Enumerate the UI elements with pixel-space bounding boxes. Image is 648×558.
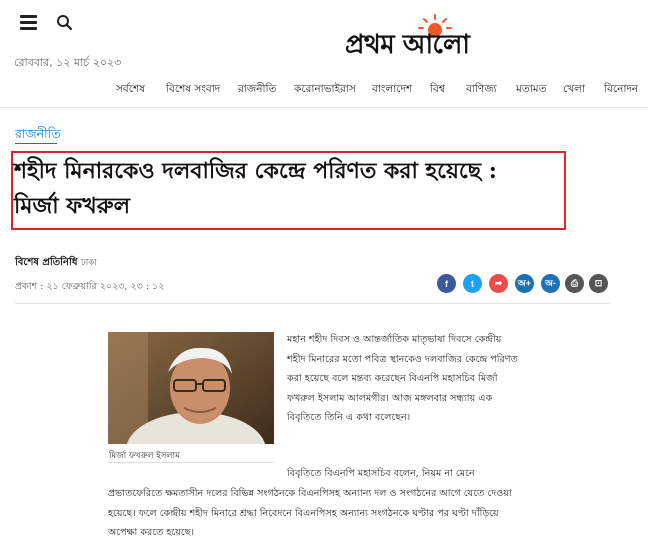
article-photo[interactable] [108,332,274,444]
logo-wordmark: প্রথম আলো [345,30,470,60]
nav-item-world[interactable]: বিশ্ব [430,82,445,99]
font-increase-icon[interactable]: অ+ [515,274,534,293]
nav-item-special-news[interactable]: বিশেষ সংবাদ [166,82,220,99]
article-byline: বিশেষ প্রতিনিধি ঢাকা [15,255,97,272]
facebook-icon[interactable]: f [437,274,456,293]
caption-divider [108,462,274,463]
author-name[interactable]: বিশেষ প্রতিনিধি [15,257,77,268]
menu-icon[interactable] [20,15,37,30]
nav-item-business[interactable]: বাণিজ্য [466,82,497,99]
published-time: প্রকাশ : ২১ ফেব্রুয়ারি ২০২৩, ২৩ : ১২ [15,281,165,292]
article-paragraph-2-lead: বিবৃতিতে বিএনপি মহাসচিব বলেন, নিয়ম না ম… [287,468,475,479]
font-decrease-icon[interactable]: অ- [541,274,560,293]
headline-line-2: মির্জা ফখরুল [14,193,131,219]
twitter-icon[interactable]: t [463,274,482,293]
current-date: রোববার, ১২ মার্চ ২০২৩ [14,56,122,69]
search-icon[interactable] [56,14,74,32]
photo-caption: মির্জা ফখরুল ইসলাম [109,451,180,461]
article-paragraph-2: প্রভাতফেরিতে ক্ষমতাসীন দলের বিভিন্ন সংগঠ… [108,488,512,538]
nav-item-coronavirus[interactable]: করোনাভাইরাস [294,82,356,99]
nav-item-sports[interactable]: খেলা [563,82,585,99]
share-icon[interactable]: ➦ [489,274,508,293]
article-headline: শহীদ মিনারকেও দলবাজির কেন্দ্রে পরিণত করা… [14,154,562,224]
headline-line-1: শহীদ মিনারকেও দলবাজির কেন্দ্রে পরিণত করা… [14,158,497,184]
article-paragraph-1: মহান শহীদ দিবস ও আন্তর্জাতিক মাতৃভাষা দি… [287,334,518,423]
section-underline [15,143,57,144]
nav-item-entertainment[interactable]: বিনোদন [604,82,638,99]
site-logo[interactable]: প্রথম আলো [345,14,525,60]
nav-item-latest[interactable]: সর্বশেষ [116,82,145,99]
nav-item-politics[interactable]: রাজনীতি [238,82,276,99]
divider [15,303,610,304]
byline-location: ঢাকা [80,258,97,268]
site-header: রোববার, ১২ মার্চ ২০২৩ প্রথম আলো সর্বশেষ … [0,0,648,108]
print-icon[interactable]: ⎙ [565,274,584,293]
bookmark-icon[interactable]: ⊡ [589,274,608,293]
nav-item-opinion[interactable]: মতামত [516,82,546,99]
nav-item-bangladesh[interactable]: বাংলাদেশ [372,82,412,99]
main-nav: সর্বশেষ বিশেষ সংবাদ রাজনীতি করোনাভাইরাস … [0,82,648,102]
